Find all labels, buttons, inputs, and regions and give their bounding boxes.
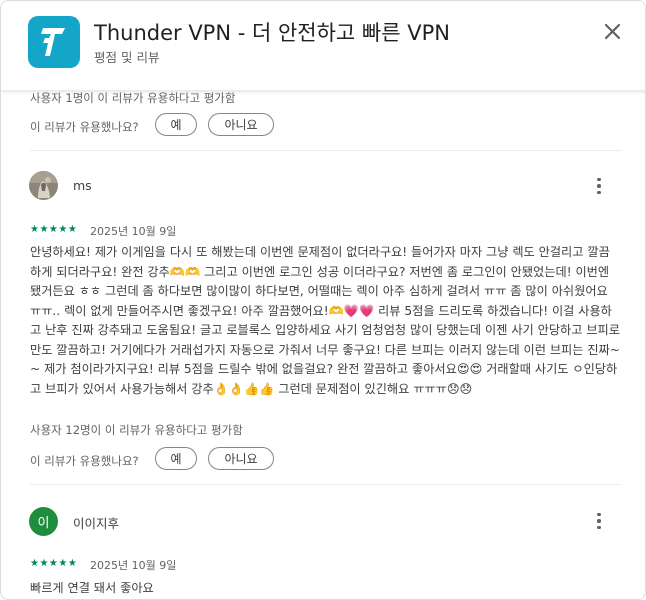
helpful-no-button[interactable]: 아니요: [208, 113, 274, 136]
dialog-header: Thunder VPN - 더 안전하고 빠른 VPN 평점 및 리뷰: [1, 1, 645, 91]
avatar: [29, 171, 58, 200]
more-vert-icon: [597, 177, 601, 182]
helpful-no-button[interactable]: 아니요: [208, 447, 274, 470]
review-text: 안녕하세요! 제가 이게임을 다시 또 해봤는데 이번엔 문제점이 없더라구요!…: [30, 245, 620, 396]
app-title: Thunder VPN - 더 안전하고 빠른 VPN: [94, 21, 450, 45]
helpful-yes-button[interactable]: 예: [155, 447, 197, 470]
user-photo-icon: [29, 171, 58, 200]
review-author: 이이지후: [73, 516, 120, 531]
star-rating: ★★★★★: [30, 558, 78, 569]
helpful-question: 이 리뷰가 유용했나요?: [30, 120, 139, 134]
review-date: 2025년 10월 9일: [90, 559, 177, 572]
reviews-dialog: Thunder VPN - 더 안전하고 빠른 VPN 평점 및 리뷰 사용자 …: [0, 0, 646, 600]
reviews-list[interactable]: 사용자 1명이 이 리뷰가 유용하다고 평가함 이 리뷰가 유용했나요? 예 아…: [1, 91, 645, 599]
helpful-count: 사용자 1명이 이 리뷰가 유용하다고 평가함: [30, 91, 236, 105]
review-author: ms: [73, 178, 92, 193]
thunder-logo-icon: [41, 28, 65, 56]
helpful-count: 사용자 12명이 이 리뷰가 유용하다고 평가함: [30, 423, 243, 437]
divider: [30, 484, 621, 485]
review-date: 2025년 10월 9일: [90, 225, 177, 238]
dialog-subtitle: 평점 및 리뷰: [94, 50, 160, 65]
close-button[interactable]: [599, 18, 625, 44]
avatar: 이: [29, 507, 58, 536]
more-options-button[interactable]: [591, 175, 607, 197]
helpful-question: 이 리뷰가 유용했나요?: [30, 454, 139, 468]
divider: [30, 150, 621, 151]
close-icon: [604, 23, 620, 39]
review-text: 빠르게 연결 돼서 좋아요: [30, 581, 154, 595]
helpful-yes-button[interactable]: 예: [155, 113, 197, 136]
app-icon: [28, 16, 80, 68]
star-rating: ★★★★★: [30, 224, 78, 235]
more-options-button[interactable]: [591, 510, 607, 532]
more-vert-icon: [597, 512, 601, 517]
